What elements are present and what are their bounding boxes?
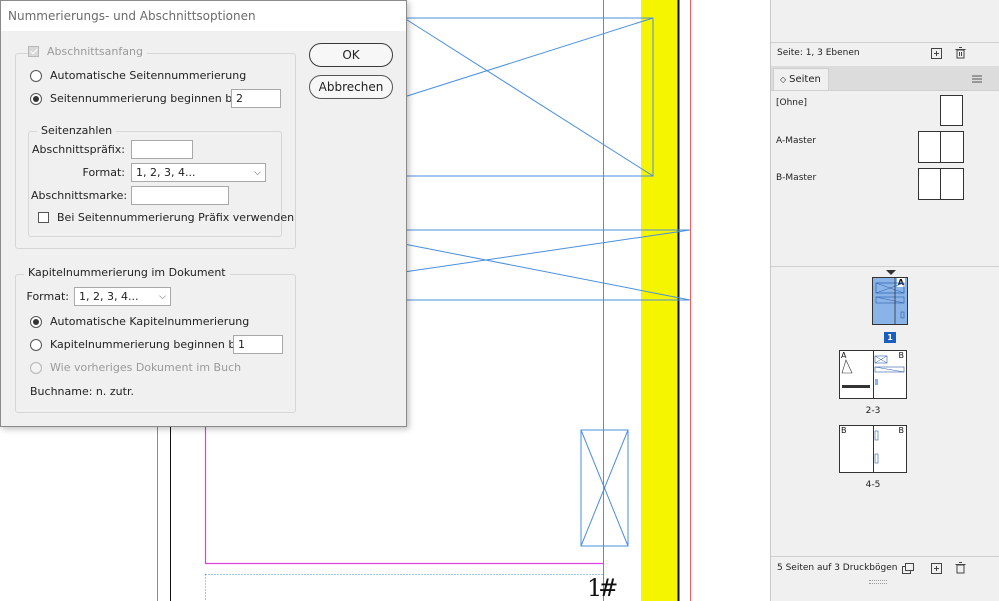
chevron-down-icon: ⌵ <box>254 167 261 178</box>
same-as-previous-radio-icon <box>30 361 42 374</box>
layers-status: Seite: 1, 3 Ebenen <box>777 48 860 58</box>
spread-2-3-label[interactable]: 2-3 <box>853 406 893 416</box>
spread-1-indicator-icon <box>886 270 896 275</box>
margin-guide <box>204 427 604 565</box>
same-as-previous-label: Wie vorheriges Dokument im Buch <box>50 361 242 374</box>
master-a-label[interactable]: A-Master <box>776 136 816 146</box>
start-page-numbering-radio-icon[interactable] <box>30 92 42 105</box>
panel-resize-grip[interactable] <box>869 580 887 584</box>
book-name-text: Buchname: n. zutr. <box>30 385 134 398</box>
page-format-value: 1, 2, 3, 4... <box>136 166 196 179</box>
page-1-thumbnail[interactable]: A <box>872 277 908 325</box>
auto-chapter-radio-icon[interactable] <box>30 315 42 328</box>
page-numbers-legend: Seitenzahlen <box>37 124 117 137</box>
master-none-thumbnail[interactable] <box>940 95 963 126</box>
ok-button[interactable]: OK <box>309 43 393 67</box>
include-prefix-check-icon[interactable] <box>38 212 49 223</box>
auto-chapter-numbering-radio[interactable]: Automatische Kapitelnummerierung <box>30 315 249 328</box>
new-page-icon[interactable] <box>930 562 942 574</box>
section-marker-label: Abschnittsmarke: <box>31 189 128 202</box>
page-format-select[interactable]: 1, 2, 3, 4... ⌵ <box>131 163 266 182</box>
delete-page-icon[interactable] <box>954 562 966 574</box>
collapse-icon: ◇ <box>780 75 787 84</box>
include-prefix-label: Bei Seitennummerierung Präfix verwenden <box>57 211 295 224</box>
start-chapter-numbering-radio[interactable]: Kapitelnummerierung beginnen bei: <box>30 338 249 351</box>
master-none-label[interactable]: [Ohne] <box>776 98 807 108</box>
auto-page-numbering-radio-icon[interactable] <box>30 69 42 82</box>
spread-4-5-thumbnail[interactable]: B B <box>839 425 907 473</box>
auto-chapter-label: Automatische Kapitelnummerierung <box>50 315 250 328</box>
auto-page-numbering-label: Automatische Seitennummerierung <box>50 69 247 82</box>
start-page-numbering-radio[interactable]: Seitennummerierung beginnen bei: <box>30 92 246 105</box>
master-b-label[interactable]: B-Master <box>776 173 816 183</box>
chapter-format-label: Format: <box>26 290 69 303</box>
pages-panel: Seite: 1, 3 Ebenen ◇ Seiten [Ohne] A-Mas… <box>770 0 999 601</box>
trash-icon[interactable] <box>954 47 966 59</box>
text-frame-page-number <box>205 574 604 601</box>
start-chapter-label: Kapitelnummerierung beginnen bei: <box>50 338 249 351</box>
section-marker-input[interactable] <box>131 186 229 205</box>
chevron-down-icon: ⌵ <box>159 291 166 302</box>
page-size-icon[interactable] <box>902 562 914 574</box>
chapter-format-select[interactable]: 1, 2, 3, 4... ⌵ <box>74 287 171 306</box>
same-as-previous-radio: Wie vorheriges Dokument im Buch <box>30 361 241 374</box>
include-prefix-checkbox[interactable]: Bei Seitennummerierung Präfix verwenden <box>38 211 294 224</box>
section-prefix-input[interactable] <box>131 140 193 159</box>
start-page-numbering-label: Seitennummerierung beginnen bei: <box>50 92 246 105</box>
dialog-title: Nummerierungs- und Abschnittsoptionen <box>8 9 256 23</box>
chapter-format-value: 1, 2, 3, 4... <box>79 290 139 303</box>
cancel-button[interactable]: Abbrechen <box>309 75 393 99</box>
start-chapter-radio-icon[interactable] <box>30 338 42 351</box>
page-format-label: Format: <box>82 166 125 179</box>
master-a-thumbnail[interactable] <box>918 131 964 163</box>
tab-pages[interactable]: ◇ Seiten <box>773 68 829 90</box>
start-page-input[interactable] <box>231 89 281 108</box>
tab-pages-label: Seiten <box>789 74 821 85</box>
prefix-label: Abschnittspräfix: <box>31 143 125 156</box>
master-b-thumbnail[interactable] <box>918 168 964 200</box>
page-1-number-badge[interactable]: 1 <box>884 332 896 343</box>
pages-status: 5 Seiten auf 3 Druckbögen <box>777 563 898 573</box>
spread-2-3-thumbnail[interactable]: A B <box>839 350 907 399</box>
start-chapter-input[interactable] <box>233 335 283 354</box>
numbering-section-dialog: Nummerierungs- und Abschnittsoptionen OK… <box>0 0 407 427</box>
spread-4-5-label[interactable]: 4-5 <box>853 480 893 490</box>
new-layer-icon[interactable] <box>930 47 942 59</box>
chapter-numbering-legend: Kapitelnummerierung im Dokument <box>24 266 230 279</box>
dialog-titlebar[interactable]: Nummerierungs- und Abschnittsoptionen <box>1 1 406 31</box>
section-start-check-icon <box>28 46 39 57</box>
section-start-label: Abschnittsanfang <box>47 45 143 58</box>
page-number-marker[interactable]: 1# <box>587 574 618 601</box>
panel-menu-icon[interactable] <box>971 73 983 85</box>
auto-page-numbering-radio[interactable]: Automatische Seitennummerierung <box>30 69 246 82</box>
section-start-checkbox: Abschnittsanfang <box>28 45 147 58</box>
